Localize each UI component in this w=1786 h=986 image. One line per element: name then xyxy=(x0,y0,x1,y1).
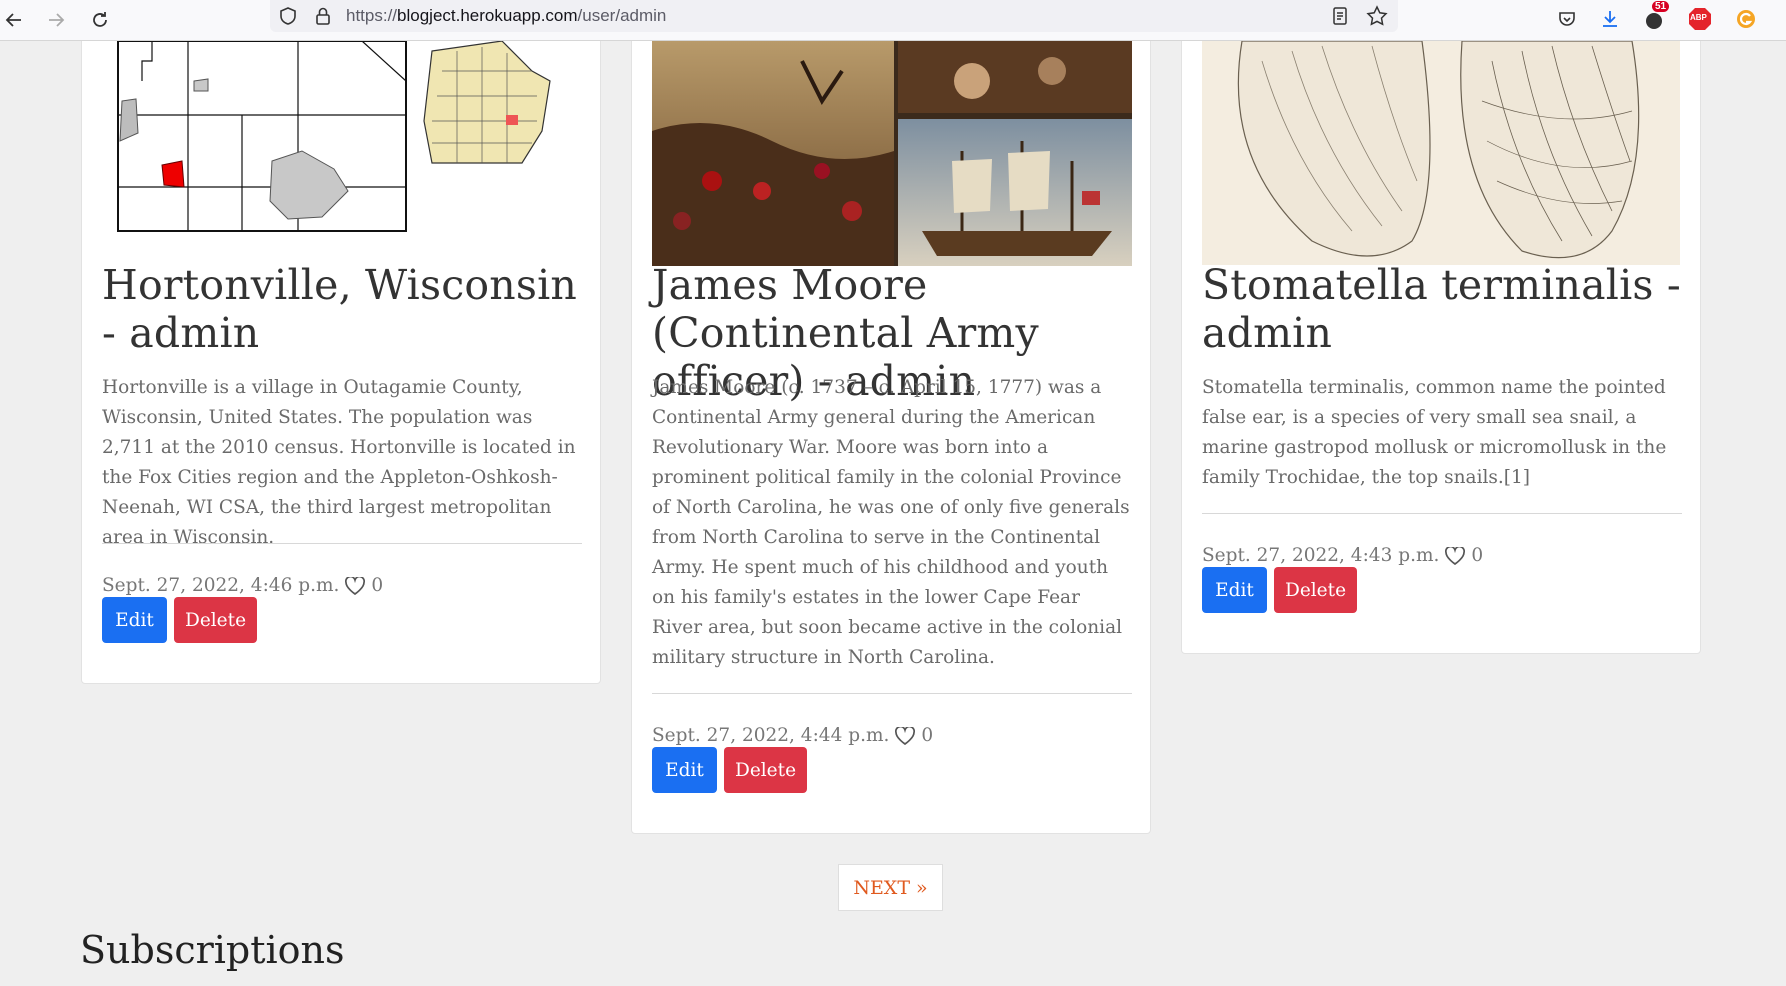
grammarly-icon[interactable] xyxy=(1732,5,1760,33)
like-count: 0 xyxy=(1471,545,1484,566)
like-count: 0 xyxy=(921,725,934,746)
post-image[interactable] xyxy=(102,41,582,259)
lock-icon[interactable] xyxy=(314,6,332,31)
divider xyxy=(1202,513,1682,514)
reader-view-icon[interactable] xyxy=(1330,6,1350,31)
divider xyxy=(102,543,582,544)
back-button[interactable] xyxy=(0,6,28,34)
war-paintings-image xyxy=(652,41,1132,266)
reload-button[interactable] xyxy=(86,6,114,34)
downloads-icon[interactable] xyxy=(1596,5,1624,33)
forward-button[interactable] xyxy=(42,6,70,34)
post-body: Hortonville is a village in Outagamie Co… xyxy=(102,377,576,548)
post-date: Sept. 27, 2022, 4:43 p.m. xyxy=(1202,545,1440,566)
heart-icon[interactable] xyxy=(1445,546,1466,565)
edit-button[interactable]: Edit xyxy=(1202,567,1267,613)
adblock-plus-icon[interactable]: ABP xyxy=(1686,5,1714,33)
post-card: Hortonville, Wisconsin - admin Hortonvil… xyxy=(81,18,601,684)
edit-button[interactable]: Edit xyxy=(652,747,717,793)
post-meta: Sept. 27, 2022, 4:44 p.m. 0 xyxy=(652,725,933,746)
post-image[interactable] xyxy=(652,41,1132,266)
next-page-button[interactable]: NEXT » xyxy=(838,864,943,911)
adblock-plus-label: ABP xyxy=(1690,13,1707,22)
heart-icon[interactable] xyxy=(345,576,366,595)
subscriptions-heading: Subscriptions xyxy=(80,928,345,972)
delete-button[interactable]: Delete xyxy=(1274,567,1357,613)
back-arrow-icon xyxy=(5,13,21,27)
post-meta: Sept. 27, 2022, 4:46 p.m. 0 xyxy=(102,575,383,596)
delete-button[interactable]: Delete xyxy=(724,747,807,793)
county-map-image xyxy=(117,41,551,232)
tracking-protection-icon[interactable] xyxy=(278,6,298,31)
like-count: 0 xyxy=(371,575,384,596)
reload-icon xyxy=(93,12,107,27)
extension-badge-icon[interactable]: 51 xyxy=(1640,1,1670,33)
pocket-icon[interactable] xyxy=(1553,5,1581,33)
post-image[interactable] xyxy=(1202,41,1680,265)
heart-icon[interactable] xyxy=(895,726,916,745)
post-card: James Moore (Continental Army officer) -… xyxy=(631,18,1151,834)
post-date: Sept. 27, 2022, 4:46 p.m. xyxy=(102,575,340,596)
edit-button[interactable]: Edit xyxy=(102,597,167,643)
delete-button[interactable]: Delete xyxy=(174,597,257,643)
post-title[interactable]: Stomatella terminalis - admin xyxy=(1202,261,1682,357)
post-body: Stomatella terminalis, common name the p… xyxy=(1202,377,1667,488)
extension-badge-count: 51 xyxy=(1652,1,1670,12)
address-bar[interactable]: https://blogject.herokuapp.com/user/admi… xyxy=(270,0,1398,32)
browser-toolbar: https://blogject.herokuapp.com/user/admi… xyxy=(0,0,1786,41)
post-date: Sept. 27, 2022, 4:44 p.m. xyxy=(652,725,890,746)
shell-illustration-image xyxy=(1237,41,1640,259)
post-meta: Sept. 27, 2022, 4:43 p.m. 0 xyxy=(1202,545,1483,566)
post-card: Stomatella terminalis - admin Stomatella… xyxy=(1181,18,1701,654)
post-title[interactable]: Hortonville, Wisconsin - admin xyxy=(102,261,582,357)
post-body: James Moore (c. 1737 – c. April 15, 1777… xyxy=(652,377,1130,668)
url-text[interactable]: https://blogject.herokuapp.com/user/admi… xyxy=(346,6,666,26)
forward-arrow-icon xyxy=(49,13,65,27)
bookmark-star-icon[interactable] xyxy=(1366,5,1388,32)
divider xyxy=(652,693,1132,694)
